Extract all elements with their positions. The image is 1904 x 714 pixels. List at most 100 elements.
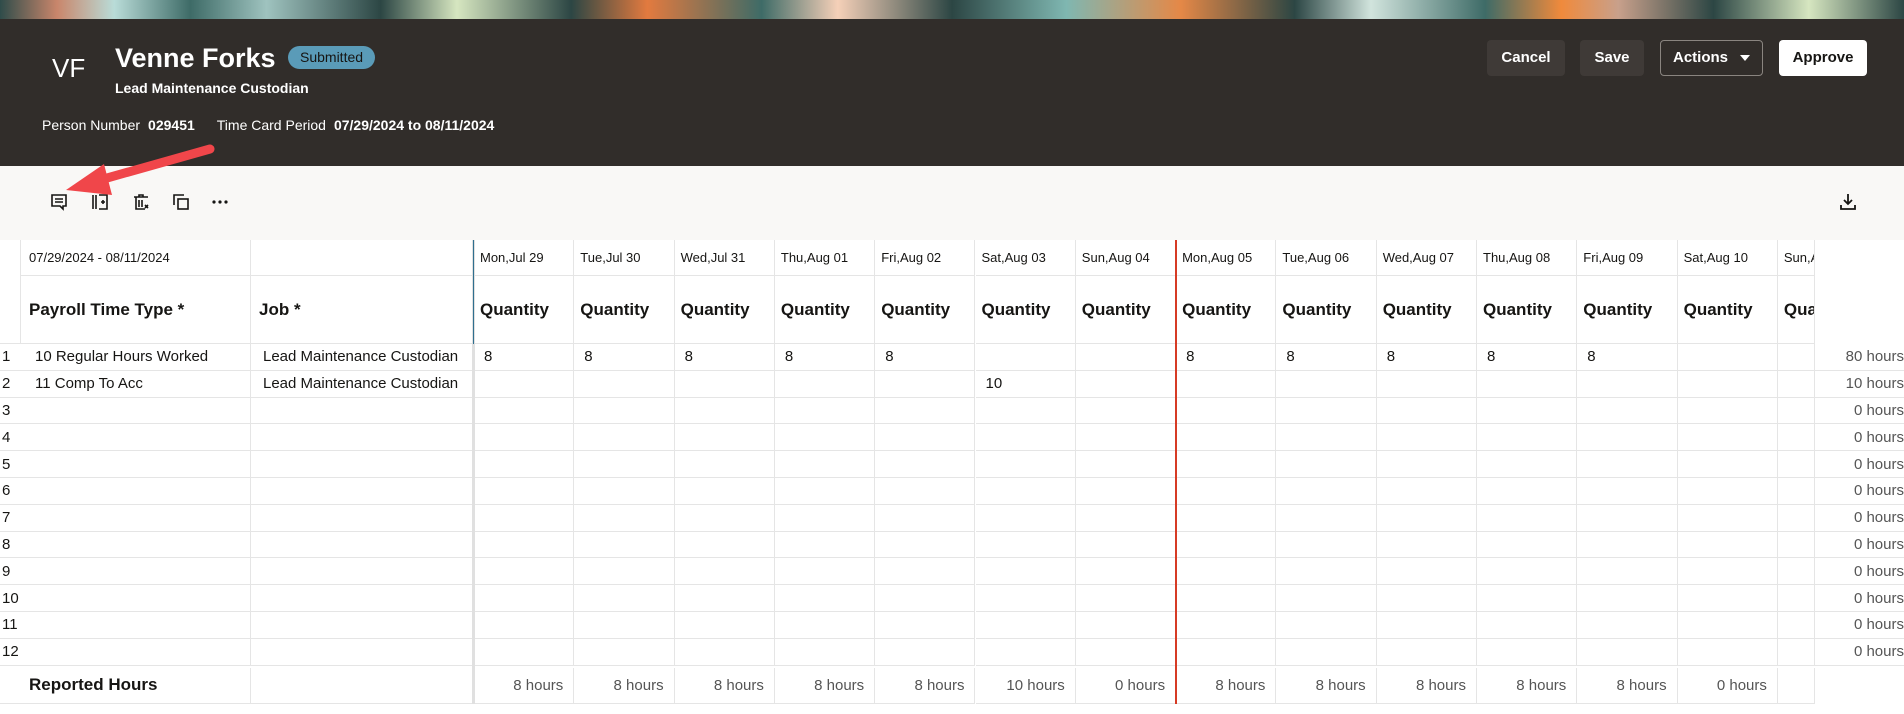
job-cell[interactable] bbox=[251, 638, 474, 666]
quantity-cell[interactable] bbox=[474, 585, 575, 612]
quantity-cell[interactable] bbox=[1075, 585, 1177, 612]
quantity-cell[interactable] bbox=[774, 531, 876, 559]
quantity-cell[interactable] bbox=[1477, 612, 1578, 639]
quantity-cell[interactable] bbox=[1376, 558, 1477, 586]
quantity-cell[interactable] bbox=[875, 638, 976, 666]
quantity-cell[interactable] bbox=[1276, 558, 1377, 586]
payroll-time-type-cell[interactable] bbox=[21, 612, 251, 639]
quantity-cell[interactable] bbox=[674, 558, 775, 586]
quantity-cell[interactable] bbox=[1176, 424, 1277, 452]
quantity-cell[interactable] bbox=[1677, 370, 1778, 398]
quantity-cell[interactable] bbox=[1477, 370, 1578, 398]
payroll-time-type-cell[interactable]: 11 Comp To Acc bbox=[21, 370, 251, 398]
quantity-cell[interactable] bbox=[1075, 397, 1177, 425]
quantity-cell[interactable] bbox=[1677, 558, 1778, 586]
quantity-cell[interactable] bbox=[674, 397, 775, 425]
quantity-cell[interactable] bbox=[574, 558, 675, 586]
quantity-cell[interactable] bbox=[875, 424, 976, 452]
quantity-cell[interactable]: 8 bbox=[774, 344, 876, 371]
quantity-cell[interactable] bbox=[1075, 424, 1177, 452]
quantity-cell[interactable] bbox=[1376, 397, 1477, 425]
quantity-cell[interactable]: 10 bbox=[975, 370, 1076, 398]
quantity-cell[interactable] bbox=[875, 558, 976, 586]
quantity-cell[interactable] bbox=[1276, 585, 1377, 612]
cancel-button[interactable]: Cancel bbox=[1487, 40, 1565, 76]
quantity-cell[interactable] bbox=[474, 638, 575, 666]
add-column-icon[interactable] bbox=[88, 190, 112, 214]
quantity-cell[interactable] bbox=[975, 585, 1076, 612]
approve-button[interactable]: Approve bbox=[1779, 40, 1867, 76]
quantity-cell[interactable] bbox=[474, 424, 575, 452]
quantity-cell[interactable] bbox=[1176, 585, 1277, 612]
quantity-cell[interactable] bbox=[1477, 478, 1578, 505]
quantity-cell[interactable] bbox=[975, 424, 1076, 452]
quantity-cell[interactable] bbox=[1176, 531, 1277, 559]
payroll-time-type-cell[interactable] bbox=[21, 451, 251, 478]
job-cell[interactable] bbox=[251, 478, 474, 505]
quantity-cell[interactable] bbox=[1577, 585, 1678, 612]
quantity-cell[interactable] bbox=[474, 397, 575, 425]
quantity-cell[interactable] bbox=[1677, 612, 1778, 639]
payroll-time-type-cell[interactable] bbox=[21, 478, 251, 505]
quantity-cell[interactable] bbox=[774, 478, 876, 505]
quantity-cell[interactable] bbox=[1577, 504, 1678, 532]
quantity-cell[interactable] bbox=[975, 344, 1076, 371]
column-header-job[interactable]: Job * bbox=[251, 276, 474, 344]
payroll-time-type-cell[interactable] bbox=[21, 531, 251, 559]
quantity-cell[interactable] bbox=[1477, 531, 1578, 559]
quantity-cell[interactable] bbox=[574, 451, 675, 478]
quantity-cell[interactable] bbox=[975, 612, 1076, 639]
comment-icon[interactable] bbox=[47, 190, 71, 214]
quantity-cell[interactable] bbox=[1777, 424, 1815, 452]
quantity-cell[interactable] bbox=[1577, 397, 1678, 425]
quantity-cell[interactable] bbox=[574, 397, 675, 425]
column-header-payroll-time-type[interactable]: Payroll Time Type * bbox=[21, 276, 251, 344]
quantity-cell[interactable] bbox=[1276, 638, 1377, 666]
quantity-cell[interactable] bbox=[1276, 424, 1377, 452]
quantity-cell[interactable] bbox=[474, 478, 575, 505]
quantity-cell[interactable] bbox=[875, 504, 976, 532]
actions-menu-button[interactable]: Actions bbox=[1660, 40, 1763, 76]
quantity-cell[interactable] bbox=[774, 504, 876, 532]
quantity-cell[interactable] bbox=[1176, 612, 1277, 639]
quantity-cell[interactable] bbox=[474, 504, 575, 532]
quantity-cell[interactable] bbox=[674, 478, 775, 505]
quantity-cell[interactable] bbox=[1075, 478, 1177, 505]
quantity-cell[interactable] bbox=[574, 612, 675, 639]
quantity-cell[interactable] bbox=[1176, 504, 1277, 532]
quantity-cell[interactable] bbox=[975, 504, 1076, 532]
quantity-cell[interactable] bbox=[1677, 504, 1778, 532]
quantity-cell[interactable] bbox=[1276, 504, 1377, 532]
quantity-cell[interactable]: 8 bbox=[574, 344, 675, 371]
quantity-cell[interactable] bbox=[1577, 612, 1678, 639]
quantity-cell[interactable] bbox=[1176, 558, 1277, 586]
quantity-cell[interactable] bbox=[674, 504, 775, 532]
quantity-cell[interactable] bbox=[1276, 612, 1377, 639]
quantity-cell[interactable] bbox=[1677, 424, 1778, 452]
quantity-cell[interactable] bbox=[1276, 531, 1377, 559]
quantity-cell[interactable] bbox=[875, 370, 976, 398]
quantity-cell[interactable]: 8 bbox=[875, 344, 976, 371]
payroll-time-type-cell[interactable] bbox=[21, 424, 251, 452]
quantity-cell[interactable] bbox=[875, 397, 976, 425]
quantity-cell[interactable] bbox=[574, 585, 675, 612]
quantity-cell[interactable]: 8 bbox=[1477, 344, 1578, 371]
quantity-cell[interactable] bbox=[875, 451, 976, 478]
quantity-cell[interactable] bbox=[774, 424, 876, 452]
quantity-cell[interactable] bbox=[1276, 397, 1377, 425]
quantity-cell[interactable] bbox=[1677, 585, 1778, 612]
delete-icon[interactable] bbox=[129, 190, 153, 214]
quantity-cell[interactable] bbox=[1075, 638, 1177, 666]
quantity-cell[interactable] bbox=[1075, 451, 1177, 478]
quantity-cell[interactable] bbox=[875, 585, 976, 612]
payroll-time-type-cell[interactable] bbox=[21, 558, 251, 586]
download-icon[interactable] bbox=[1836, 190, 1860, 214]
quantity-cell[interactable] bbox=[1075, 504, 1177, 532]
quantity-cell[interactable] bbox=[674, 370, 775, 398]
quantity-cell[interactable] bbox=[1677, 344, 1778, 371]
quantity-cell[interactable] bbox=[1477, 504, 1578, 532]
quantity-cell[interactable] bbox=[474, 612, 575, 639]
quantity-cell[interactable] bbox=[1577, 531, 1678, 559]
quantity-cell[interactable] bbox=[875, 478, 976, 505]
quantity-cell[interactable] bbox=[1276, 370, 1377, 398]
